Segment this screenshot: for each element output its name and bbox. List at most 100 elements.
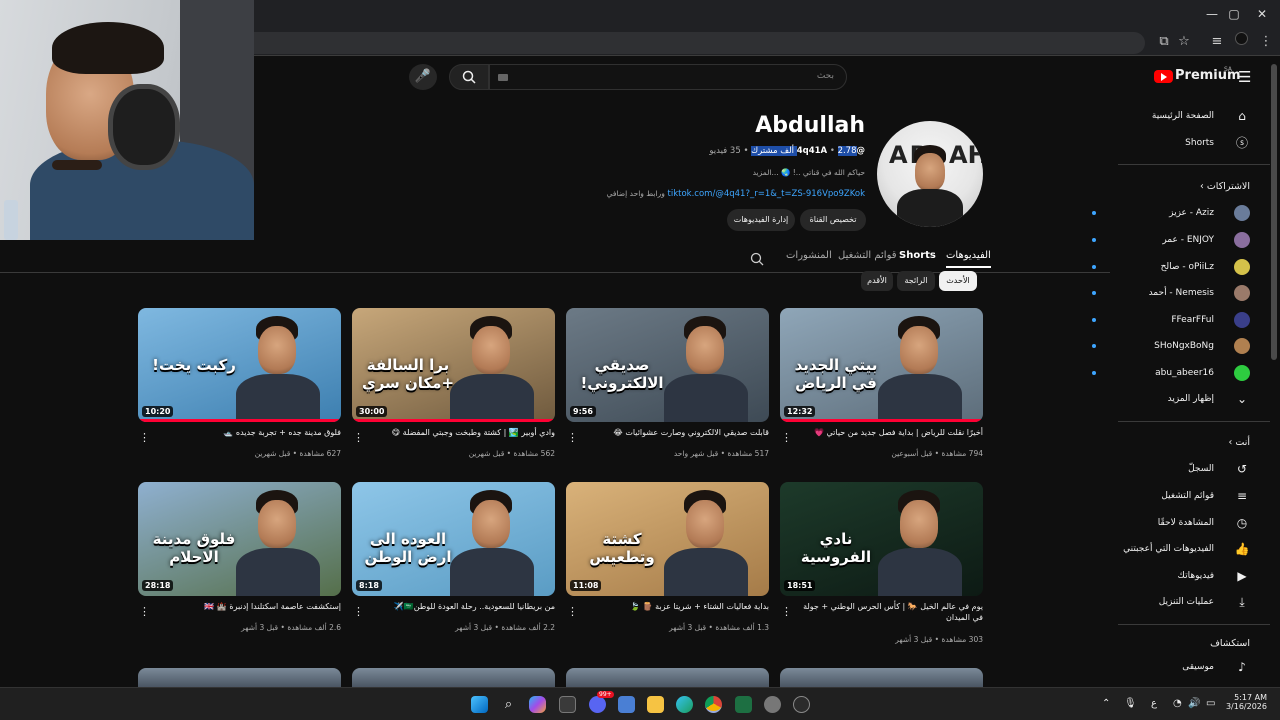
sidebar-subscription[interactable]: FFearFFul [1092,309,1250,331]
voice-search-icon[interactable]: 🎤 [409,64,437,90]
subscriptions-heading[interactable]: الاشتراكات › [1200,181,1250,192]
sidebar-item-home[interactable]: ⌂ الصفحة الرئيسية [1100,105,1250,127]
store-icon[interactable] [559,696,576,713]
tab-shorts[interactable]: Shorts [899,250,936,261]
settings-gear-icon[interactable] [764,696,781,713]
taskbar-search-icon[interactable]: ⌕ [500,696,517,713]
subscription-label: Aziz - عزيز [1169,208,1214,218]
more-actions-icon[interactable]: ⋮ [139,432,150,443]
person-torso [450,548,534,596]
more-actions-icon[interactable]: ⋮ [567,432,578,443]
channel-search-icon[interactable] [750,251,764,270]
media-control-icon[interactable]: ≡ [1207,32,1227,52]
notepad-icon[interactable] [618,696,635,713]
edge-icon[interactable] [676,696,693,713]
search-input[interactable]: بحث [489,64,847,90]
battery-icon[interactable]: ▭ [1206,698,1215,709]
video-title[interactable]: وادي أوبير 🏞️ | كشتة وطبخت وجبتي المفضلة… [365,427,555,438]
channel-link[interactable]: tiktok.com/@4q41?_r=1&_t=ZS-916Vpo9ZKok [668,189,865,199]
video-title[interactable]: بداية فعاليات الشتاء + شريتا عزبة 🪵 🍃 [579,601,769,612]
chrome-icon[interactable] [705,696,722,713]
customize-channel-button[interactable]: تخصيص القناة [800,209,866,231]
extra-links-label[interactable]: ورابط واحد إضافي [607,189,665,198]
discord-icon[interactable]: 99+ [589,691,614,713]
video-thumbnail[interactable]: نادي الفروسية 18:51 [780,482,983,596]
sidebar-show-more[interactable]: ⌄ إظهار المزيد [1100,388,1250,410]
volume-icon[interactable]: 🔊 [1188,698,1200,709]
tab-posts[interactable]: المنشورات [786,250,832,261]
taskbar-clock[interactable]: 5:17 AM 3/16/2026 [1225,693,1267,711]
more-actions-icon[interactable]: ⋮ [781,606,792,617]
video-title[interactable]: من بريطانيا للسعودية.. رحلة العودة للوطن… [365,601,555,612]
video-thumbnail[interactable] [138,668,341,687]
microphone-icon[interactable]: 🎙 [1124,698,1137,709]
sidebar-item-your-videos[interactable]: ▶ فيديوهاتك [1100,565,1250,587]
sidebar-subscription[interactable]: Aziz - عزيز [1092,202,1250,224]
excel-icon[interactable] [735,696,752,713]
video-title[interactable]: أخيرًا نقلت للرياض | بداية فصل جديد من ح… [793,427,983,438]
tab-videos[interactable]: الفيديوهات [946,250,991,268]
sidebar-item-watch-later[interactable]: ◷ المشاهدة لاحقًا [1100,512,1250,534]
video-title[interactable]: فلوق مدينة جده + تجربة جديده 🛥️ [151,427,341,438]
search-button[interactable] [449,64,489,90]
file-explorer-icon[interactable] [647,696,664,713]
you-heading[interactable]: أنت › [1229,437,1250,448]
video-title[interactable]: يوم في عالم الخيل 🐎 | كأس الحرس الوطني +… [793,601,983,623]
video-thumbnail[interactable]: كشتة وتطعيس 11:08 [566,482,769,596]
install-app-icon[interactable]: ⧉ [1154,32,1174,52]
sidebar-item-label: فيديوهاتك [1177,571,1214,581]
video-thumbnail[interactable]: ركبت يخت! 10:20 [138,308,341,422]
sidebar-item-downloads[interactable]: ⤓ عمليات التنزيل [1100,591,1250,613]
start-button-icon[interactable] [471,696,488,713]
video-thumbnail[interactable]: فلوق مدينة الاحلام 28:18 [138,482,341,596]
video-title[interactable]: قابلت صديقي الالكتروني وصارت عشوائيات 😂 [579,427,769,438]
more-actions-icon[interactable]: ⋮ [353,432,364,443]
chevron-right-icon: › [1200,181,1204,192]
more-actions-icon[interactable]: ⋮ [781,432,792,443]
bookmark-star-icon[interactable]: ☆ [1174,32,1194,52]
video-thumbnail[interactable] [566,668,769,687]
minimize-button[interactable]: — [1202,4,1222,24]
chevron-up-icon[interactable]: ⌃ [1102,698,1110,709]
more-actions-icon[interactable]: ⋮ [353,606,364,617]
language-indicator[interactable]: ع [1151,698,1157,709]
video-thumbnail[interactable]: بيتي الجديد في الرياض 12:32 [780,308,983,422]
sidebar-item-music[interactable]: ♪ موسيقى [1100,656,1250,678]
chip-oldest[interactable]: الأقدم [861,271,893,291]
maximize-button[interactable]: ▢ [1224,4,1244,24]
profile-avatar-icon[interactable] [1231,32,1251,52]
more-actions-icon[interactable]: ⋮ [139,606,150,617]
video-thumbnail[interactable]: صديقي الالكتروني! 9:56 [566,308,769,422]
browser-menu-icon[interactable]: ⋮ [1256,32,1276,52]
person-torso [664,548,748,596]
video-thumbnail[interactable] [352,668,555,687]
hamburger-menu-icon[interactable]: ☰ [1238,68,1251,86]
close-window-button[interactable]: ✕ [1252,4,1272,24]
page-scrollbar[interactable] [1271,64,1277,360]
sidebar-subscription[interactable]: oPiiLz - صالح [1092,256,1250,278]
wifi-icon[interactable]: ◔ [1173,698,1182,709]
sidebar-item-playlists[interactable]: ≡ قوائم التشغيل [1100,485,1250,507]
tab-playlists[interactable]: قوائم التشغيل [838,250,897,261]
chip-latest[interactable]: الأحدث [939,271,977,291]
keyboard-icon[interactable] [498,74,508,81]
you-title: أنت [1235,437,1250,448]
more-actions-icon[interactable]: ⋮ [567,606,578,617]
sidebar-item-liked-videos[interactable]: 👍 الفيديوهات التي أعجبتني [1100,538,1250,560]
video-thumbnail[interactable]: برا السالفة +مكان سري 30:00 [352,308,555,422]
video-thumbnail[interactable]: العوده الى ارض الوطن 8:18 [352,482,555,596]
channel-description[interactable]: حياكم الله في قناتي ..! 🌏 ...المزيد [753,168,865,177]
sidebar-subscription[interactable]: abu_abeer16 [1092,362,1250,384]
sidebar-item-shorts[interactable]: ⓢ Shorts [1100,132,1250,154]
manage-videos-button[interactable]: إدارة الفيديوهات [727,209,795,231]
chip-popular[interactable]: الرائجة [897,271,935,291]
obs-icon[interactable] [793,696,810,713]
sidebar-subscription[interactable]: ENJOY - عمر [1092,229,1250,251]
sidebar-subscription[interactable]: Nemesis - أحمد [1092,282,1250,304]
sidebar-subscription[interactable]: SHoNgxBoNg [1092,335,1250,357]
copilot-icon[interactable] [529,696,546,713]
sidebar-item-history[interactable]: ↺ السجلّ [1100,458,1250,480]
video-title[interactable]: إستكشفت عاصمة اسكتلندا إدنبرة 🏰 🇬🇧 [151,601,341,612]
video-thumbnail[interactable] [780,668,983,687]
channel-avatar[interactable]: AB AH [877,121,983,227]
